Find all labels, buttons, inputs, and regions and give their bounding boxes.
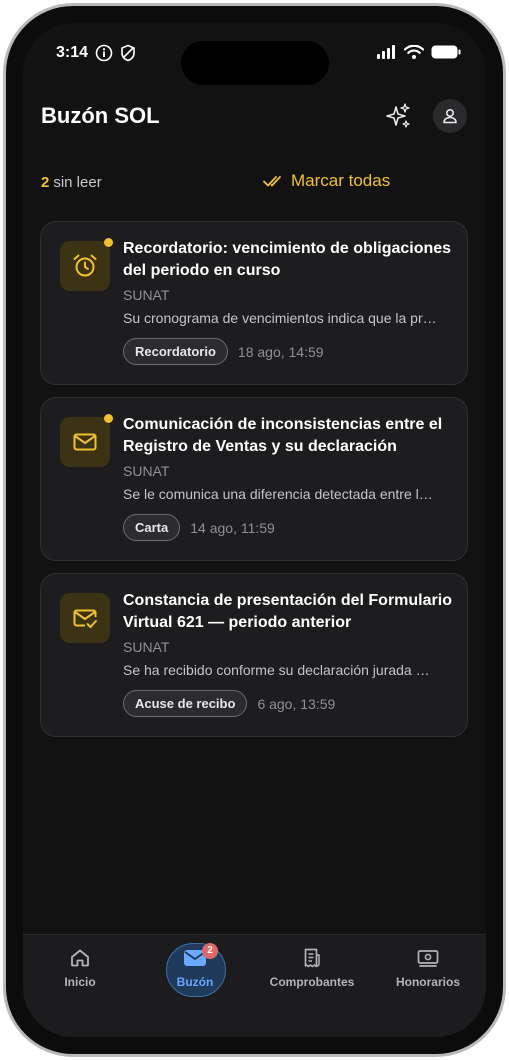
unread-label: sin leer xyxy=(53,174,102,191)
page-title: Buzón SOL xyxy=(41,103,160,128)
message-card[interactable]: Comunicación de inconsistencias entre el… xyxy=(40,397,468,561)
nav-item-buzon[interactable]: 2 Buzón xyxy=(140,943,250,989)
message-card[interactable]: Recordatorio: vencimiento de obligacione… xyxy=(40,221,468,385)
message-meta: Recordatorio 18 ago, 14:59 xyxy=(123,338,324,365)
message-tag: Carta xyxy=(123,514,181,541)
shield-icon xyxy=(121,44,135,62)
nav-item-inicio[interactable]: Inicio xyxy=(25,945,135,989)
wifi-icon xyxy=(404,45,424,59)
signal-icon xyxy=(377,45,395,59)
info-icon xyxy=(95,44,113,62)
nav-label: Inicio xyxy=(64,975,96,989)
unread-dot xyxy=(104,238,113,247)
envelope-icon xyxy=(73,433,97,451)
message-date: 6 ago, 13:59 xyxy=(257,695,336,712)
nav-label: Honorarios xyxy=(395,975,460,989)
receipt-icon xyxy=(304,948,320,968)
message-date: 14 ago, 11:59 xyxy=(190,519,275,536)
status-bar: 3:14 xyxy=(23,23,486,85)
message-preview: Se ha recibido conforme su declaración j… xyxy=(123,662,430,678)
nav-label: Buzón xyxy=(176,975,214,989)
dynamic-island xyxy=(181,41,329,85)
message-card[interactable]: Constancia de presentación del Formulari… xyxy=(40,573,468,737)
screen: 3:14 Buzón SOL 2 sin leer Marcar todas R… xyxy=(23,23,486,1037)
message-date: 18 ago, 14:59 xyxy=(237,343,324,360)
message-meta: Carta 14 ago, 11:59 xyxy=(123,514,275,541)
message-title: Comunicación de inconsistencias entre el… xyxy=(123,416,443,455)
notification-badge: 2 xyxy=(202,943,218,959)
app-header: Buzón SOL xyxy=(23,97,486,147)
double-check-icon xyxy=(263,176,281,187)
message-title: Constancia de presentación del Formulari… xyxy=(123,592,452,631)
envelope-check-icon xyxy=(73,609,97,628)
home-icon xyxy=(71,949,89,967)
status-time: 3:14 xyxy=(56,44,89,61)
profile-button[interactable] xyxy=(433,99,467,133)
message-tag: Acuse de recibo xyxy=(123,690,248,717)
mark-all-label: Marcar todas xyxy=(291,171,391,190)
nav-item-honorarios[interactable]: Honorarios xyxy=(373,945,483,989)
message-type-badge xyxy=(60,238,113,291)
message-title: Recordatorio: vencimiento de obligacione… xyxy=(123,240,452,279)
user-icon xyxy=(443,108,457,124)
mark-all-read-button[interactable]: Marcar todas xyxy=(263,171,390,191)
status-indicators xyxy=(377,45,461,59)
message-sender: SUNAT xyxy=(123,287,170,303)
message-type-badge xyxy=(60,593,110,643)
nav-label: Comprobantes xyxy=(269,975,355,989)
battery-icon xyxy=(431,45,461,59)
cash-icon xyxy=(417,950,439,967)
unread-dot xyxy=(104,414,113,423)
bottom-nav: Inicio 2 Buzón Comprobantes Honorarios xyxy=(23,934,486,1037)
inbox-summary: 2 sin leer Marcar todas xyxy=(23,171,486,195)
unread-count: 2 xyxy=(41,174,50,191)
message-preview: Se le comunica una diferencia detectada … xyxy=(123,486,433,502)
phone-frame: 3:14 Buzón SOL 2 sin leer Marcar todas R… xyxy=(3,3,506,1057)
nav-item-comprobantes[interactable]: Comprobantes xyxy=(257,945,367,989)
unread-counter: 2 sin leer xyxy=(41,174,102,191)
message-sender: SUNAT xyxy=(123,463,170,479)
message-tag: Recordatorio xyxy=(123,338,228,365)
message-type-badge xyxy=(60,414,113,467)
alarm-clock-icon xyxy=(73,254,97,277)
sparkles-icon xyxy=(386,103,410,128)
message-preview: Su cronograma de vencimientos indica que… xyxy=(123,310,437,326)
ai-assistant-button[interactable] xyxy=(381,99,415,133)
phone-bezel: 3:14 Buzón SOL 2 sin leer Marcar todas R… xyxy=(6,6,503,1054)
message-meta: Acuse de recibo 6 ago, 13:59 xyxy=(123,690,335,717)
message-sender: SUNAT xyxy=(123,639,170,655)
